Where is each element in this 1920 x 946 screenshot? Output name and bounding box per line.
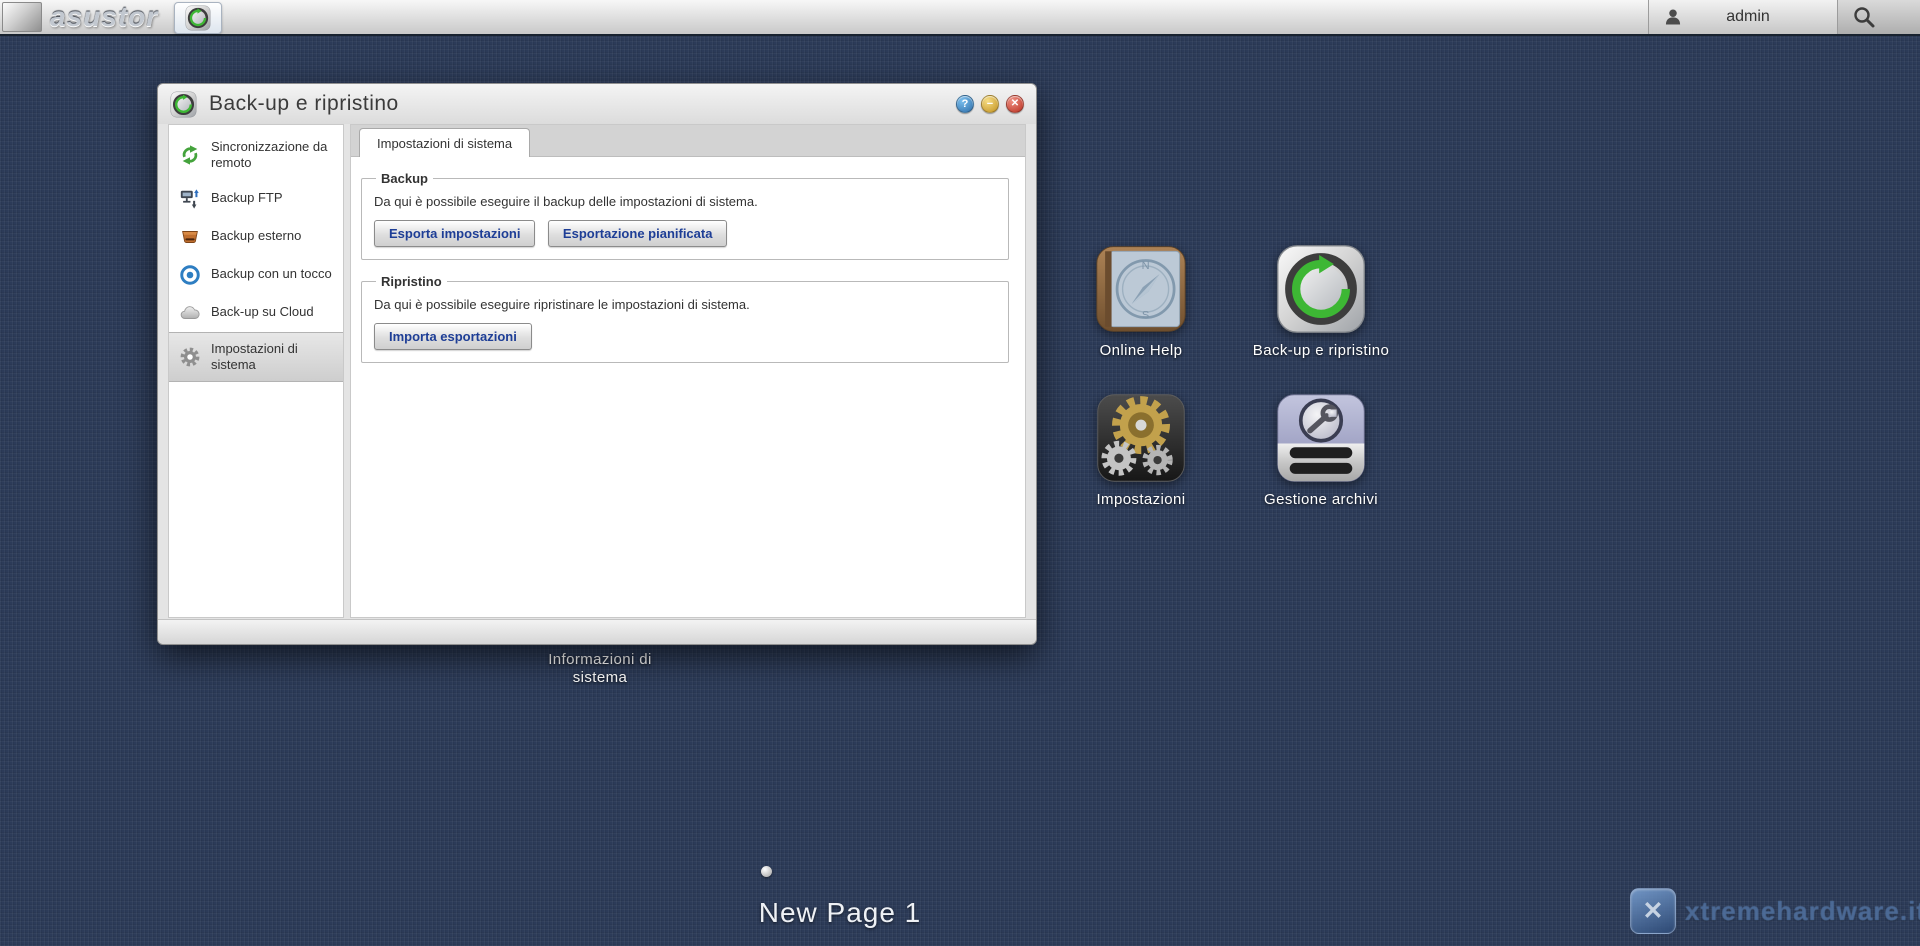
window-body: Sincronizzazione da remoto Backup FTP Ba… bbox=[168, 124, 1026, 618]
sidebar-item-external-backup[interactable]: Backup esterno bbox=[169, 218, 343, 256]
scheduled-export-button[interactable]: Esportazione pianificata bbox=[548, 220, 728, 247]
backup-restore-window: Back-up e ripristino ? − ✕ Sincronizzazi… bbox=[157, 83, 1037, 645]
backup-section-legend: Backup bbox=[376, 171, 433, 186]
backup-icon bbox=[185, 5, 211, 31]
sidebar-item-remote-sync[interactable]: Sincronizzazione da remoto bbox=[169, 131, 343, 180]
backup-section: Backup Da qui è possibile eseguire il ba… bbox=[361, 171, 1009, 260]
backup-icon bbox=[170, 91, 197, 118]
window-controls: ? − ✕ bbox=[956, 95, 1024, 113]
person-icon bbox=[1663, 6, 1683, 28]
search-icon bbox=[1852, 5, 1876, 29]
watermark-text: xtremehardware.it bbox=[1685, 896, 1920, 927]
restore-section-legend: Ripristino bbox=[376, 274, 447, 289]
tab-system-settings[interactable]: Impostazioni di sistema bbox=[359, 128, 530, 157]
cloud-icon bbox=[179, 302, 201, 324]
watermark: ✕ xtremehardware.it bbox=[1630, 888, 1920, 934]
topbar: asustor admin bbox=[0, 0, 1920, 36]
sidebar-item-label: Impostazioni di sistema bbox=[211, 341, 337, 374]
sidebar: Sincronizzazione da remoto Backup FTP Ba… bbox=[168, 124, 344, 618]
restore-section-description: Da qui è possibile eseguire ripristinare… bbox=[374, 297, 996, 312]
desktop-icon-label: Back-up e ripristino bbox=[1251, 342, 1391, 360]
desktop-icon-label: Online Help bbox=[1071, 342, 1211, 360]
sidebar-item-one-touch-backup[interactable]: Backup con un tocco bbox=[169, 256, 343, 294]
import-export-button[interactable]: Importa esportazioni bbox=[374, 323, 532, 350]
restore-buttons-row: Importa esportazioni bbox=[374, 323, 996, 350]
backup-icon bbox=[1275, 243, 1367, 335]
username-label: admin bbox=[1726, 8, 1770, 26]
search-button[interactable] bbox=[1838, 0, 1920, 34]
gears-icon bbox=[1095, 392, 1187, 484]
desktop-icon-system-info[interactable]: Informazioni di sistema bbox=[530, 644, 670, 687]
backup-buttons-row: Esporta impostazioni Esportazione pianif… bbox=[374, 220, 996, 247]
sidebar-item-label: Backup con un tocco bbox=[211, 266, 332, 282]
xtremehardware-logo-icon: ✕ bbox=[1630, 888, 1676, 934]
minimize-button[interactable]: − bbox=[981, 95, 999, 113]
help-book-icon bbox=[1095, 243, 1187, 335]
sidebar-item-cloud-backup[interactable]: Back-up su Cloud bbox=[169, 294, 343, 332]
desktop-icon-backup-restore[interactable]: Back-up e ripristino bbox=[1275, 243, 1367, 360]
external-drive-icon bbox=[179, 226, 201, 248]
sidebar-item-system-settings[interactable]: Impostazioni di sistema bbox=[169, 332, 343, 383]
window-titlebar[interactable]: Back-up e ripristino ? − ✕ bbox=[158, 84, 1036, 124]
user-menu-button[interactable]: admin bbox=[1648, 0, 1838, 34]
sidebar-item-ftp-backup[interactable]: Backup FTP bbox=[169, 180, 343, 218]
desktop-icon-settings[interactable]: Impostazioni bbox=[1095, 392, 1187, 509]
ftp-icon bbox=[179, 188, 201, 210]
storage-manager-icon bbox=[1275, 392, 1367, 484]
tab-bar: Impostazioni di sistema bbox=[351, 125, 1025, 157]
one-touch-icon bbox=[179, 264, 201, 286]
gear-icon bbox=[179, 346, 201, 368]
help-button[interactable]: ? bbox=[956, 95, 974, 113]
sidebar-item-label: Backup FTP bbox=[211, 190, 283, 206]
desktop-icon-online-help[interactable]: Online Help bbox=[1095, 243, 1187, 360]
asustor-logo: asustor bbox=[50, 0, 158, 34]
window-footer bbox=[158, 619, 1036, 644]
window-title: Back-up e ripristino bbox=[209, 92, 956, 116]
taskbar-app-button[interactable] bbox=[174, 2, 222, 34]
restore-section: Ripristino Da qui è possibile eseguire r… bbox=[361, 274, 1009, 363]
desktop: asustor admin Back-up e ripristino ? − ✕ bbox=[0, 0, 1920, 946]
sync-icon bbox=[179, 144, 201, 166]
content-panel: Impostazioni di sistema Backup Da qui è … bbox=[350, 124, 1026, 618]
corner-button[interactable] bbox=[2, 2, 42, 32]
backup-section-description: Da qui è possibile eseguire il backup de… bbox=[374, 194, 996, 209]
page-title: New Page 1 bbox=[660, 897, 1020, 929]
desktop-icon-label: Impostazioni bbox=[1071, 491, 1211, 509]
sidebar-item-label: Sincronizzazione da remoto bbox=[211, 139, 337, 172]
desktop-icon-label: Gestione archivi bbox=[1251, 491, 1391, 509]
desktop-icon-storage-manager[interactable]: Gestione archivi bbox=[1275, 392, 1367, 509]
sidebar-item-label: Backup esterno bbox=[211, 228, 301, 244]
sidebar-item-label: Back-up su Cloud bbox=[211, 304, 314, 320]
desktop-icon-label: Informazioni di sistema bbox=[530, 651, 670, 687]
page-indicator-dot[interactable] bbox=[761, 866, 772, 877]
export-settings-button[interactable]: Esporta impostazioni bbox=[374, 220, 535, 247]
close-button[interactable]: ✕ bbox=[1006, 95, 1024, 113]
